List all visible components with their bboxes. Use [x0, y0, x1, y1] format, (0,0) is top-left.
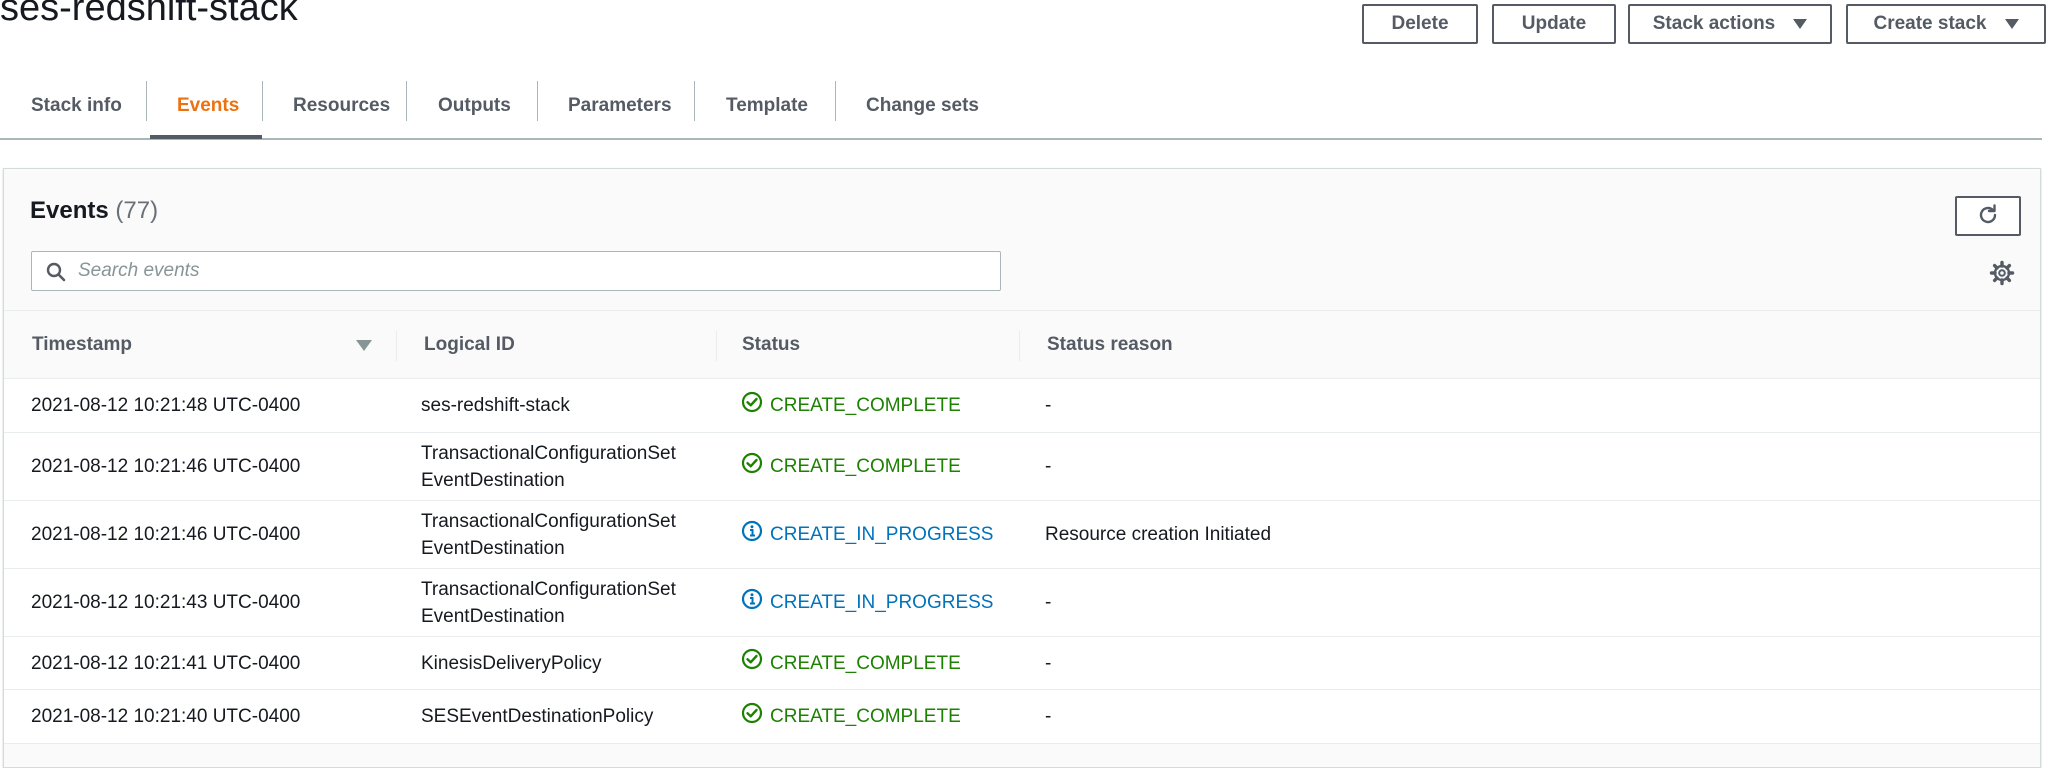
search-icon	[46, 262, 66, 287]
table-header: Timestamp Logical ID Status Status reaso…	[4, 311, 2040, 379]
events-panel: Events (77) Search events Timestamp Logi…	[3, 168, 2041, 768]
tab-bar: Stack info Events Resources Outputs Para…	[0, 74, 2042, 140]
table-row[interactable]: 2021-08-12 10:21:48 UTC-0400 ses-redshif…	[4, 379, 2040, 433]
logical-id-cell: KinesisDeliveryPolicy	[421, 652, 602, 674]
table-row[interactable]: 2021-08-12 10:21:41 UTC-0400 KinesisDeli…	[4, 637, 2040, 690]
sort-descending-icon[interactable]	[356, 340, 372, 351]
tab-resources[interactable]: Resources	[293, 74, 390, 138]
delete-button[interactable]: Delete	[1362, 4, 1478, 44]
status-cell: CREATE_IN_PROGRESS	[741, 501, 993, 568]
info-circle-icon	[741, 520, 763, 550]
logical-id-cell: ses-redshift-stack	[421, 395, 570, 416]
check-circle-icon	[741, 648, 763, 678]
status-text: CREATE_COMPLETE	[770, 395, 961, 416]
active-tab-indicator	[150, 135, 262, 139]
tab-outputs[interactable]: Outputs	[438, 74, 511, 138]
events-title: Events (77)	[30, 197, 158, 225]
logical-id-cell: TransactionalConfigurationSet EventDesti…	[421, 578, 676, 627]
status-text: CREATE_COMPLETE	[770, 652, 961, 674]
column-header-logical-id[interactable]: Logical ID	[424, 311, 515, 379]
tab-divider	[406, 81, 407, 121]
stack-actions-button[interactable]: Stack actions	[1628, 4, 1832, 44]
status-reason-cell: Resource creation Initiated	[1045, 524, 1272, 545]
check-circle-icon	[741, 391, 763, 421]
check-circle-icon	[741, 702, 763, 732]
refresh-button[interactable]	[1955, 196, 2021, 236]
column-divider[interactable]	[1019, 331, 1020, 361]
caret-down-icon	[1793, 19, 1808, 29]
delete-button-label: Delete	[1391, 13, 1449, 34]
create-stack-label: Create stack	[1873, 13, 1987, 34]
table-row[interactable]: 2021-08-12 10:21:46 UTC-0400 Transaction…	[4, 433, 2040, 501]
status-cell: CREATE_COMPLETE	[741, 690, 961, 743]
column-header-status[interactable]: Status	[742, 311, 800, 379]
info-circle-icon	[741, 588, 763, 618]
table-row[interactable]: 2021-08-12 10:21:40 UTC-0400 SESEventDes…	[4, 690, 2040, 744]
table-row[interactable]: 2021-08-12 10:21:43 UTC-0400 Transaction…	[4, 569, 2040, 637]
events-table: Timestamp Logical ID Status Status reaso…	[4, 311, 2040, 744]
timestamp-cell: 2021-08-12 10:21:48 UTC-0400	[31, 395, 301, 416]
tab-stack-info[interactable]: Stack info	[31, 74, 122, 138]
status-reason-cell: -	[1045, 592, 1052, 613]
table-row[interactable]: 2021-08-12 10:21:46 UTC-0400 Transaction…	[4, 501, 2040, 569]
search-input[interactable]	[76, 252, 976, 290]
update-button-label: Update	[1521, 13, 1587, 34]
status-text: CREATE_COMPLETE	[770, 706, 961, 727]
status-reason-cell: -	[1045, 395, 1052, 416]
status-reason-cell: -	[1045, 706, 1052, 727]
status-text: CREATE_IN_PROGRESS	[770, 592, 994, 613]
tab-divider	[146, 81, 147, 121]
logical-id-cell: SESEventDestinationPolicy	[421, 706, 654, 727]
tab-change-sets[interactable]: Change sets	[866, 74, 979, 138]
refresh-icon	[1976, 203, 2000, 230]
caret-down-icon	[2004, 19, 2019, 29]
tab-template[interactable]: Template	[726, 74, 808, 138]
column-divider[interactable]	[396, 331, 397, 361]
timestamp-cell: 2021-08-12 10:21:40 UTC-0400	[31, 706, 301, 727]
column-header-timestamp[interactable]: Timestamp	[32, 311, 132, 379]
logical-id-cell: TransactionalConfigurationSet EventDesti…	[421, 510, 676, 559]
tab-divider	[694, 81, 695, 121]
search-box	[31, 251, 1001, 291]
timestamp-cell: 2021-08-12 10:21:46 UTC-0400	[31, 456, 301, 477]
tab-divider	[835, 81, 836, 121]
stack-actions-label: Stack actions	[1652, 13, 1776, 34]
timestamp-cell: 2021-08-12 10:21:41 UTC-0400	[31, 652, 301, 674]
page-title: ses-redshift-stack	[0, 0, 298, 29]
events-panel-header: Events (77)	[4, 169, 2040, 311]
create-stack-button[interactable]: Create stack	[1846, 4, 2046, 44]
tab-parameters[interactable]: Parameters	[568, 74, 672, 138]
status-cell: CREATE_COMPLETE	[741, 637, 961, 689]
tab-divider	[262, 81, 263, 121]
column-divider[interactable]	[716, 331, 717, 361]
status-reason-cell: -	[1045, 456, 1052, 477]
column-header-status-reason[interactable]: Status reason	[1047, 311, 1173, 379]
timestamp-cell: 2021-08-12 10:21:43 UTC-0400	[31, 592, 301, 613]
status-cell: CREATE_COMPLETE	[741, 433, 961, 500]
status-cell: CREATE_IN_PROGRESS	[741, 569, 993, 636]
status-text: CREATE_COMPLETE	[770, 456, 961, 477]
tab-events[interactable]: Events	[177, 74, 239, 138]
timestamp-cell: 2021-08-12 10:21:46 UTC-0400	[31, 524, 301, 545]
events-count: (77)	[115, 197, 159, 224]
update-button[interactable]: Update	[1492, 4, 1616, 44]
status-reason-cell: -	[1045, 652, 1052, 674]
status-cell: CREATE_COMPLETE	[741, 379, 961, 432]
check-circle-icon	[741, 452, 763, 482]
tab-divider	[537, 81, 538, 121]
status-text: CREATE_IN_PROGRESS	[770, 524, 994, 545]
gear-icon[interactable]	[1989, 260, 2015, 286]
logical-id-cell: TransactionalConfigurationSet EventDesti…	[421, 442, 676, 491]
events-title-text: Events	[30, 197, 109, 224]
